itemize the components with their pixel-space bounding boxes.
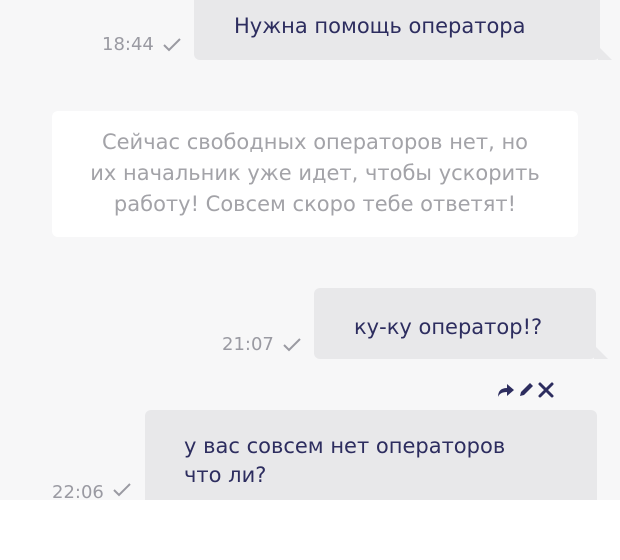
message-time: 21:07: [222, 334, 274, 355]
checkmark-icon: [112, 482, 132, 500]
forward-icon[interactable]: [497, 382, 515, 398]
checkmark-icon: [282, 337, 302, 353]
message-meta: 18:44: [102, 34, 182, 55]
message-time: 22:06: [52, 482, 104, 500]
delete-icon[interactable]: [537, 381, 555, 399]
system-message-line: работу! Совсем скоро тебе ответят!: [113, 192, 517, 216]
message-bubble[interactable]: у вас совсем нет операторов что ли?: [145, 410, 597, 500]
system-message-line: их начальник уже идет, чтобы ускорить: [90, 161, 540, 185]
chat-area: 18:44 Нужна помощь оператора Сейчас своб…: [0, 0, 620, 500]
checkmark-icon: [162, 37, 182, 53]
message-text: ку-ку оператор!?: [354, 315, 543, 339]
message-meta: 21:07: [222, 334, 302, 355]
message-actions: [497, 381, 555, 399]
system-message-line: Сейчас свободных операторов нет, но: [101, 130, 529, 154]
system-message: Сейчас свободных операторов нет, но их н…: [52, 111, 578, 237]
message-meta: 22:06: [52, 482, 132, 500]
message-text: Нужна помощь оператора: [234, 14, 526, 38]
message-text-line: у вас совсем нет операторов: [184, 434, 506, 458]
message-bubble[interactable]: ку-ку оператор!?: [314, 288, 608, 359]
message-text-line: что ли?: [184, 463, 267, 487]
message-time: 18:44: [102, 34, 154, 55]
message-text: у вас совсем нет операторов что ли?: [184, 432, 505, 490]
edit-icon[interactable]: [517, 381, 535, 399]
message-bubble[interactable]: Нужна помощь оператора: [194, 0, 612, 60]
